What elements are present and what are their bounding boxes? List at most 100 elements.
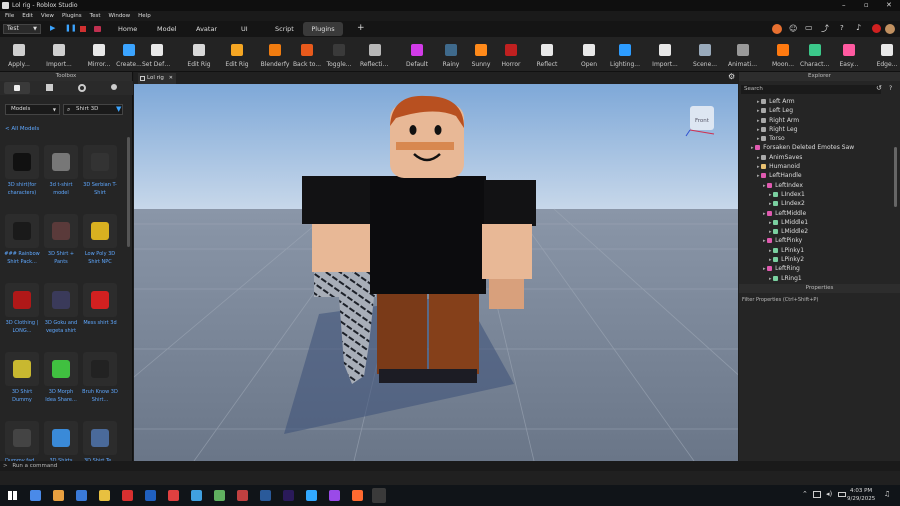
explorer-item[interactable]: ▸ Right Arm xyxy=(739,116,895,125)
ribbon-button-6[interactable]: Edit Rig xyxy=(222,39,252,71)
windows-start-icon[interactable] xyxy=(8,491,17,500)
explorer-item[interactable]: ▸ Left Leg xyxy=(739,106,895,115)
play-icon[interactable]: ▶ xyxy=(50,24,55,32)
taskbar-app-icon[interactable] xyxy=(352,490,363,501)
tab-model[interactable]: Model xyxy=(157,25,177,33)
history-icon[interactable]: ↺ xyxy=(876,84,882,92)
toolbox-item[interactable]: 3d t-shirt model xyxy=(43,145,79,197)
taskbar-app-icon[interactable] xyxy=(122,490,133,501)
taskbar-app-icon[interactable] xyxy=(191,490,202,501)
toolbox-item[interactable]: 3D Shirt + Pants xyxy=(43,214,79,266)
ribbon-button-3[interactable]: Create... xyxy=(114,39,144,71)
ribbon-button-15[interactable]: Reflect xyxy=(532,39,562,71)
toolbox-item[interactable]: 3D Clothing | LONG... xyxy=(4,283,40,335)
ribbon-button-22[interactable]: Characte... xyxy=(800,39,830,71)
close-icon[interactable]: ✕ xyxy=(169,73,173,84)
record-icon[interactable] xyxy=(94,26,101,32)
taskbar-app-icon[interactable] xyxy=(260,490,271,501)
tab-ui[interactable]: UI xyxy=(241,25,248,33)
ribbon-button-16[interactable]: Open xyxy=(574,39,604,71)
settings-gear-icon[interactable]: ⚙ xyxy=(728,72,735,81)
explorer-item[interactable]: ▸ LeftIndex xyxy=(739,181,895,190)
ribbon-button-8[interactable]: Back to... xyxy=(292,39,322,71)
viewport-tab[interactable]: Lol rig ✕ xyxy=(138,73,176,84)
taskbar-app-icon[interactable] xyxy=(145,490,156,501)
tab-script[interactable]: Script xyxy=(275,25,294,33)
pin-icon[interactable] xyxy=(111,84,117,90)
team-icon[interactable]: ☺ xyxy=(789,24,797,33)
menu-view[interactable]: View xyxy=(41,13,54,19)
ribbon-button-23[interactable]: Easy... xyxy=(834,39,864,71)
taskbar-date[interactable]: 9/29/2025 xyxy=(847,496,875,502)
menu-help[interactable]: Help xyxy=(138,13,151,19)
toolbox-item[interactable]: 3D Morph Idea Share... xyxy=(43,352,79,404)
taskbar-app-icon[interactable] xyxy=(76,490,87,501)
tray-chevron-icon[interactable]: ⌃ xyxy=(802,490,808,498)
toolbox-scrollbar[interactable] xyxy=(127,137,130,247)
menu-test[interactable]: Test xyxy=(90,13,101,19)
ribbon-button-9[interactable]: Toggle... xyxy=(324,39,354,71)
explorer-item[interactable]: ▸ Humanoid xyxy=(739,162,895,171)
notification-bell-icon[interactable]: ♫ xyxy=(884,490,890,498)
explorer-item[interactable]: ▸ Forsaken Deleted Emotes Saw xyxy=(739,143,895,152)
grid-icon[interactable] xyxy=(46,84,53,91)
ribbon-button-5[interactable]: Edit Rig xyxy=(184,39,214,71)
roblox-logo-icon[interactable] xyxy=(772,24,782,34)
taskbar-app-icon[interactable] xyxy=(306,490,317,501)
roblox-studio-taskbar-icon[interactable] xyxy=(372,488,386,503)
ribbon-button-11[interactable]: Default xyxy=(402,39,432,71)
explorer-item[interactable]: ▸ LPinky2 xyxy=(739,255,895,264)
toolbox-item[interactable]: Dummy fad... xyxy=(4,421,40,465)
explorer-item[interactable]: ▸ LMiddle2 xyxy=(739,227,895,236)
taskbar-app-icon[interactable] xyxy=(283,490,294,501)
ribbon-button-13[interactable]: Sunny xyxy=(466,39,496,71)
menu-file[interactable]: File xyxy=(5,13,14,19)
ribbon-button-20[interactable]: Animatio... xyxy=(728,39,758,71)
3d-viewport[interactable]: Front xyxy=(134,84,738,461)
toolbox-search-input[interactable]: ⌕ Shirt 3D xyxy=(63,104,123,115)
minimize-button[interactable]: – xyxy=(842,0,846,11)
taskbar-app-icon[interactable] xyxy=(237,490,248,501)
command-bar[interactable]: > Run a command xyxy=(0,461,900,471)
filter-icon[interactable]: ▼ xyxy=(116,105,121,113)
mode-dropdown[interactable]: Test ▼ xyxy=(3,24,41,34)
command-input[interactable]: Run a command xyxy=(12,463,57,469)
menu-window[interactable]: Window xyxy=(108,13,130,19)
help-icon[interactable]: ? xyxy=(840,24,844,32)
taskbar-app-icon[interactable] xyxy=(99,490,110,501)
ribbon-button-12[interactable]: Rainy xyxy=(436,39,466,71)
stop-icon[interactable] xyxy=(80,26,86,32)
ribbon-button-4[interactable]: Set Defa... xyxy=(142,39,172,71)
toolbox-item[interactable]: 3D Shirts xyxy=(43,421,79,465)
ribbon-button-0[interactable]: Apply... xyxy=(4,39,34,71)
add-tab-icon[interactable]: + xyxy=(357,23,365,33)
ribbon-button-10[interactable]: Reflectio... xyxy=(360,39,390,71)
toolbox-item[interactable]: 3D shirt(for characters) xyxy=(4,145,40,197)
explorer-item[interactable]: ▸ Right Leg xyxy=(739,125,895,134)
taskbar-app-icon[interactable] xyxy=(214,490,225,501)
ribbon-button-7[interactable]: Blenderfy xyxy=(260,39,290,71)
all-models-link[interactable]: < All Models xyxy=(5,126,39,132)
toolbox-item[interactable]: Low Poly 3D Shirt NPC xyxy=(82,214,118,266)
view-cube-label[interactable]: Front xyxy=(695,118,710,124)
category-dropdown[interactable]: Models ▼ xyxy=(5,104,60,115)
ribbon-button-2[interactable]: Mirror... xyxy=(84,39,114,71)
explorer-item[interactable]: ▸ LMiddle1 xyxy=(739,218,895,227)
taskbar-app-icon[interactable] xyxy=(168,490,179,501)
toolbox-item[interactable]: 3D Goku and vegeta shirt xyxy=(43,283,79,335)
network-icon[interactable] xyxy=(813,491,821,498)
toolbox-item[interactable]: 3D Shirt Te... xyxy=(82,421,118,465)
toolbox-item[interactable]: ### Rainbow Shirt Pack... xyxy=(4,214,40,266)
properties-filter-input[interactable]: Filter Properties (Ctrl+Shift+P) xyxy=(742,297,818,303)
volume-icon[interactable]: ◂) xyxy=(826,490,832,498)
maximize-button[interactable]: ▫ xyxy=(864,0,869,11)
ribbon-button-19[interactable]: Scene... xyxy=(690,39,720,71)
explorer-search-input[interactable]: Search xyxy=(741,85,881,94)
toolbox-item[interactable]: Mess shirt 3d xyxy=(82,283,118,327)
tab-plugins[interactable]: Plugins xyxy=(303,22,343,36)
explorer-item[interactable]: ▸ Torso xyxy=(739,134,895,143)
ribbon-button-18[interactable]: Import... xyxy=(650,39,680,71)
share-icon[interactable]: ⤴ xyxy=(821,23,829,34)
tab-avatar[interactable]: Avatar xyxy=(196,25,217,33)
help-icon[interactable]: ? xyxy=(889,85,892,92)
